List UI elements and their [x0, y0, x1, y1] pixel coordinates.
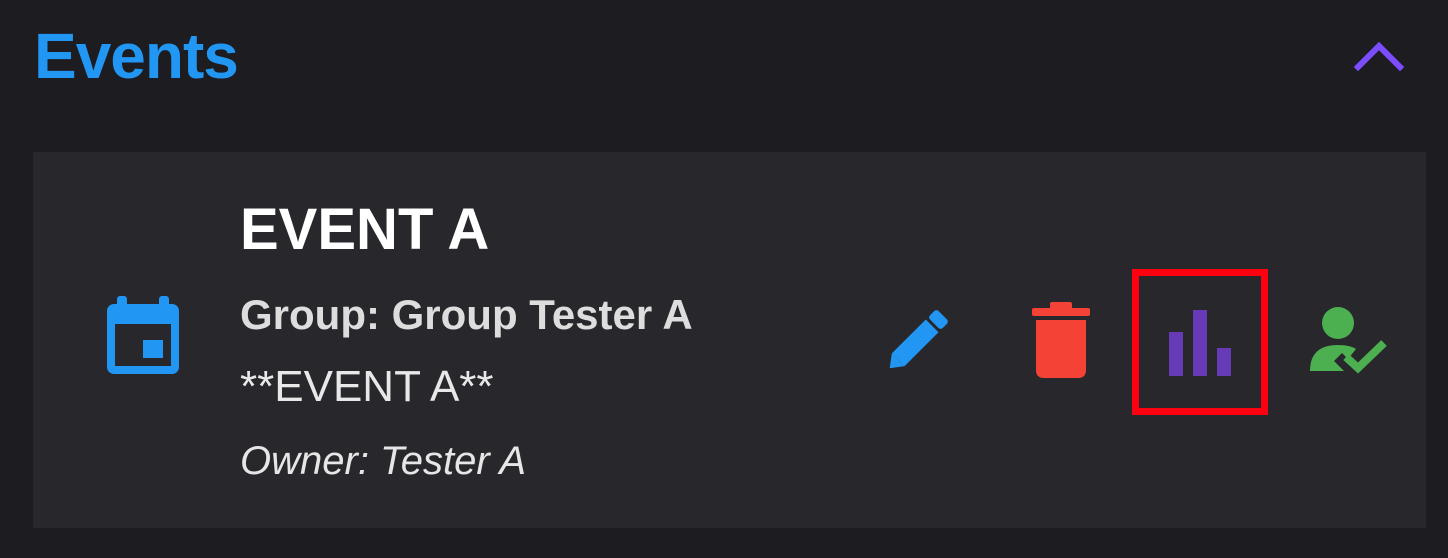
bar-chart-icon — [1169, 310, 1231, 376]
pencil-icon — [889, 310, 948, 369]
events-section-header: Events — [0, 0, 1448, 120]
attendance-button[interactable] — [1300, 296, 1396, 384]
event-title: EVENT A — [240, 197, 490, 262]
chevron-up-icon — [1353, 41, 1405, 72]
section-title: Events — [34, 20, 239, 92]
statistics-button[interactable] — [1132, 269, 1268, 415]
trash-icon — [1032, 302, 1090, 378]
event-calendar-icon — [103, 294, 183, 378]
event-details: EVENT A Group: Group Tester A **EVENT A*… — [240, 190, 693, 498]
collapse-button[interactable] — [1344, 30, 1414, 82]
person-check-icon — [1310, 307, 1387, 374]
event-group: Group: Group Tester A — [240, 291, 693, 338]
event-owner: Owner: Tester A — [240, 439, 527, 483]
event-description: **EVENT A** — [240, 362, 494, 411]
delete-button[interactable] — [1018, 296, 1104, 384]
edit-button[interactable] — [872, 296, 964, 384]
